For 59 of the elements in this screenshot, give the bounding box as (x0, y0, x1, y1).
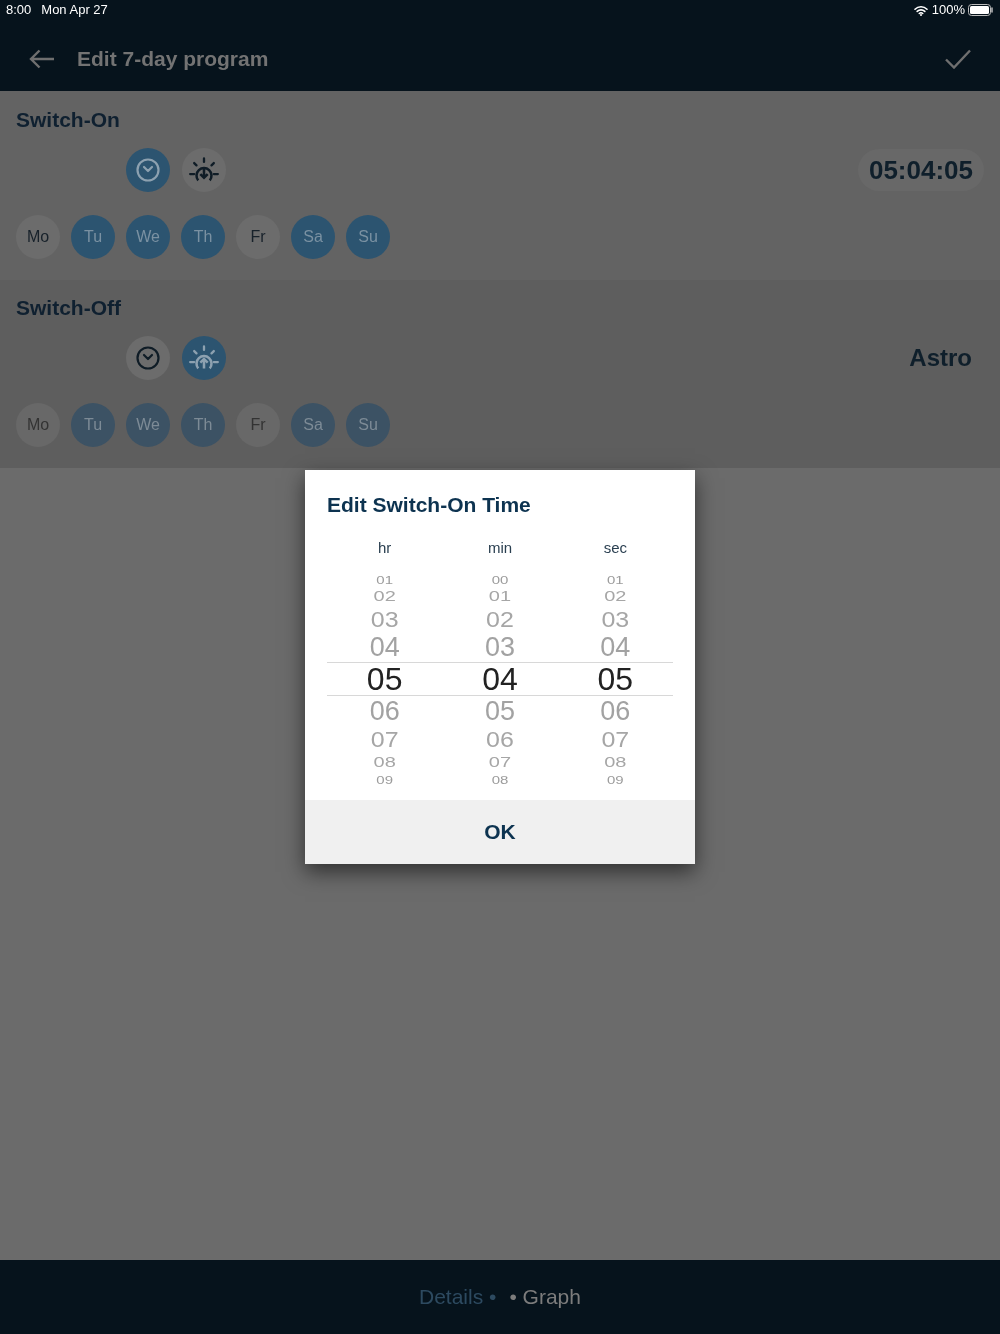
picker-value[interactable]: 06 (369, 697, 400, 725)
sun-up-arrow-icon (189, 345, 219, 371)
day-toggle[interactable]: Sa (291, 215, 335, 259)
picker-value[interactable]: 04 (600, 633, 631, 661)
picker-value[interactable]: 04 (482, 663, 518, 695)
picker-value[interactable]: 02 (486, 608, 514, 630)
day-toggle[interactable]: Tu (71, 215, 115, 259)
day-toggle[interactable]: Fr (236, 215, 280, 259)
picker-value[interactable]: 00 (491, 573, 509, 585)
mode-button[interactable] (182, 148, 226, 192)
picker-value[interactable]: 01 (488, 588, 512, 604)
picker-value[interactable]: 03 (484, 633, 515, 661)
page-tab[interactable]: Details • (419, 1281, 497, 1313)
page-tab[interactable]: • Graph (509, 1281, 581, 1313)
picker-value[interactable]: 06 (600, 697, 631, 725)
clock-icon (135, 157, 161, 183)
sun-down-arrow-icon (189, 157, 219, 183)
day-toggle[interactable]: Su (346, 215, 390, 259)
dialog-title: Edit Switch-On Time (327, 492, 532, 518)
picker-value[interactable]: 03 (370, 608, 399, 630)
picker-value[interactable]: 03 (601, 608, 630, 630)
day-toggle[interactable]: Mo (16, 215, 60, 259)
clock-icon (135, 345, 161, 371)
picker-value[interactable]: 06 (486, 728, 514, 750)
battery-percent: 100% (931, 1, 965, 20)
picker-value[interactable]: 09 (376, 773, 393, 785)
picker-value[interactable]: 08 (373, 754, 396, 770)
mode-value: Astro (909, 343, 972, 373)
back-arrow-icon[interactable] (29, 49, 55, 69)
column-label: hr (378, 539, 392, 557)
section-title: Switch-Off (16, 295, 122, 321)
picker-value[interactable]: 02 (604, 588, 627, 604)
picker-value[interactable]: 02 (373, 588, 396, 604)
picker-value[interactable]: 07 (370, 728, 399, 750)
picker-value[interactable]: 05 (597, 663, 634, 695)
picker-value[interactable]: 08 (491, 773, 509, 785)
picker-value[interactable]: 05 (366, 663, 403, 695)
ok-button[interactable]: OK (305, 800, 695, 864)
status-time: 8:00 (6, 1, 32, 20)
picker-value[interactable]: 01 (607, 573, 624, 585)
column-label: sec (603, 539, 627, 557)
day-toggle[interactable]: We (126, 215, 170, 259)
status-date: Mon Apr 27 (41, 1, 108, 20)
battery-icon (968, 4, 994, 16)
picker-value[interactable]: 04 (369, 633, 400, 661)
day-toggle[interactable]: Th (181, 215, 225, 259)
column-label: min (487, 539, 513, 557)
section-title: Switch-On (16, 107, 121, 133)
picker-value[interactable]: 07 (601, 728, 630, 750)
picker-value[interactable]: 08 (604, 754, 627, 770)
time-field[interactable]: 05:04:05 (857, 149, 984, 191)
mode-button[interactable] (126, 148, 170, 192)
wifi-icon (913, 4, 928, 16)
picker-value[interactable]: 09 (607, 773, 624, 785)
checkmark-icon[interactable] (945, 49, 971, 69)
picker-value[interactable]: 05 (484, 697, 515, 725)
screen-title: Edit 7-day program (77, 46, 269, 73)
picker-value[interactable]: 01 (376, 573, 393, 585)
picker-value[interactable]: 07 (488, 754, 512, 770)
